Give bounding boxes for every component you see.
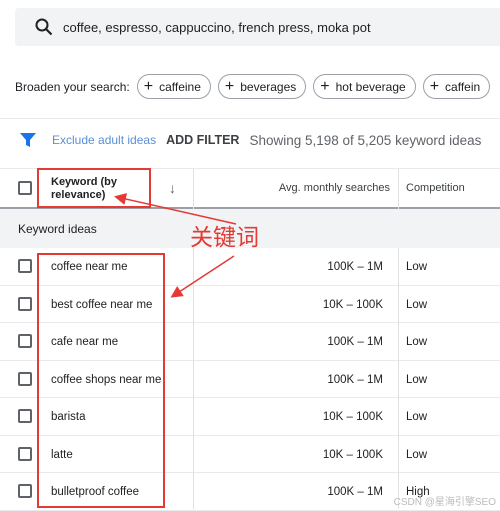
annotation-label: 关键词 (190, 225, 259, 251)
annotation-arrows (114, 193, 237, 298)
watermark: CSDN @星海引擎SEO (393, 497, 496, 508)
